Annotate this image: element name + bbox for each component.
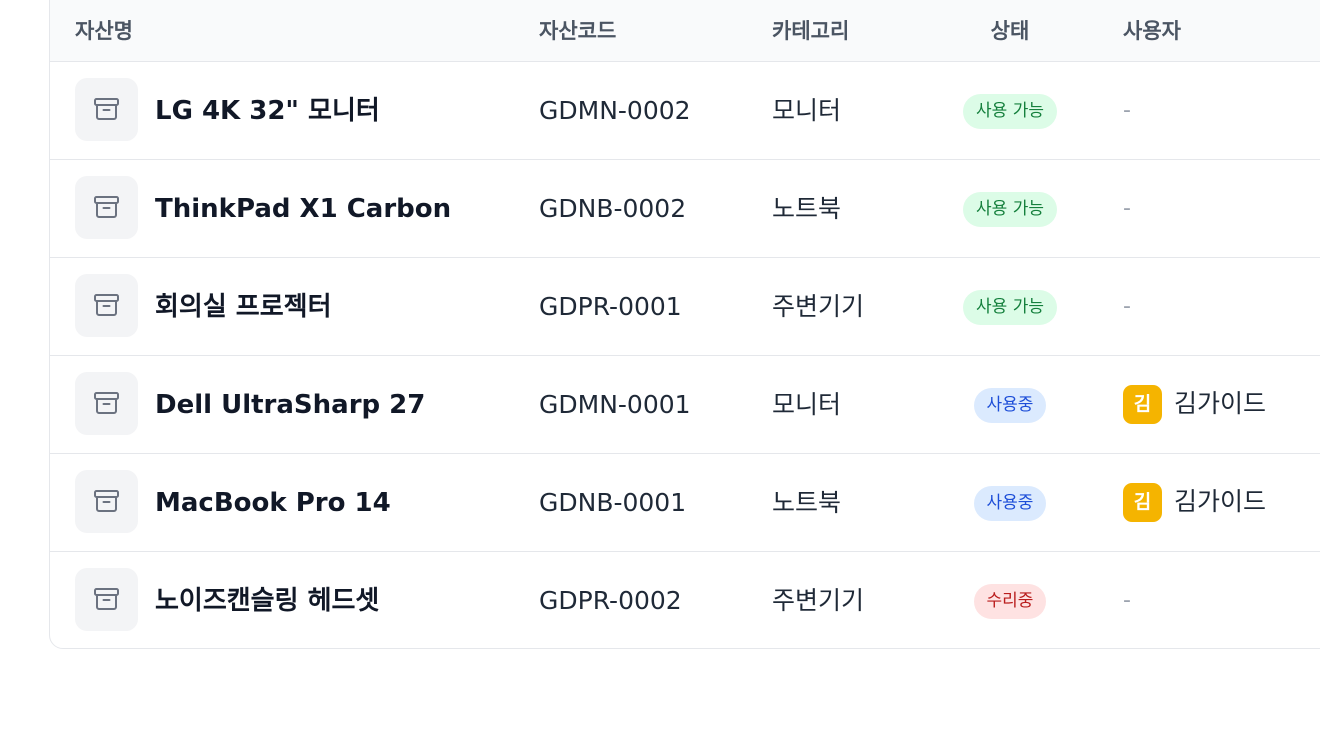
asset-category: 모니터 <box>772 390 842 419</box>
avatar: 김 <box>1123 483 1162 522</box>
table-row[interactable]: LG 4K 32" 모니터 GDMN-0002 모니터 사용 가능 - <box>50 62 1320 160</box>
archive-box-icon <box>75 78 138 141</box>
status-badge: 사용중 <box>973 486 1047 521</box>
status-cell: 수리중 <box>930 584 1090 619</box>
asset-code: GDMN-0002 <box>539 96 691 125</box>
asset-name[interactable]: LG 4K 32" 모니터 <box>155 95 380 127</box>
asset-name[interactable]: MacBook Pro 14 <box>155 487 391 519</box>
asset-code: GDPR-0002 <box>539 586 682 615</box>
archive-box-icon <box>75 470 138 533</box>
table-row[interactable]: 회의실 프로젝터 GDPR-0001 주변기기 사용 가능 - <box>50 258 1320 356</box>
status-badge: 사용 가능 <box>963 94 1057 129</box>
asset-table: 자산명 자산코드 카테고리 상태 사용자 LG 4K 32" 모니터 GDMN-0… <box>49 0 1320 649</box>
table-row[interactable]: 노이즈캔슬링 헤드셋 GDPR-0002 주변기기 수리중 - <box>50 552 1320 648</box>
archive-box-icon <box>75 372 138 435</box>
column-header-status[interactable]: 상태 <box>930 17 1090 45</box>
asset-name[interactable]: ThinkPad X1 Carbon <box>155 193 451 225</box>
asset-category: 주변기기 <box>772 292 865 321</box>
asset-name[interactable]: Dell UltraSharp 27 <box>155 389 425 421</box>
archive-box-icon <box>75 176 138 239</box>
asset-code: GDNB-0001 <box>539 488 687 517</box>
no-user-placeholder: - <box>1123 294 1131 319</box>
asset-code: GDMN-0001 <box>539 390 691 419</box>
status-badge: 사용중 <box>973 388 1047 423</box>
user-name: 김가이드 <box>1174 389 1267 418</box>
column-header-code[interactable]: 자산코드 <box>539 17 616 45</box>
asset-category: 모니터 <box>772 96 842 125</box>
status-cell: 사용 가능 <box>930 94 1090 129</box>
table-row[interactable]: MacBook Pro 14 GDNB-0001 노트북 사용중 김 김가이드 <box>50 454 1320 552</box>
status-cell: 사용중 <box>930 486 1090 521</box>
status-cell: 사용 가능 <box>930 290 1090 325</box>
asset-name[interactable]: 회의실 프로젝터 <box>155 291 332 323</box>
asset-category: 노트북 <box>772 488 842 517</box>
asset-category: 주변기기 <box>772 586 865 615</box>
column-header-name[interactable]: 자산명 <box>75 17 133 45</box>
column-header-category[interactable]: 카테고리 <box>772 17 849 45</box>
user-name: 김가이드 <box>1174 487 1267 516</box>
archive-box-icon <box>75 274 138 337</box>
no-user-placeholder: - <box>1123 196 1131 221</box>
no-user-placeholder: - <box>1123 588 1131 613</box>
status-badge: 수리중 <box>973 584 1047 619</box>
asset-category: 노트북 <box>772 194 842 223</box>
no-user-placeholder: - <box>1123 98 1131 123</box>
status-cell: 사용중 <box>930 388 1090 423</box>
status-cell: 사용 가능 <box>930 192 1090 227</box>
asset-name[interactable]: 노이즈캔슬링 헤드셋 <box>155 585 379 617</box>
status-badge: 사용 가능 <box>963 290 1057 325</box>
avatar: 김 <box>1123 385 1162 424</box>
asset-code: GDNB-0002 <box>539 194 687 223</box>
asset-code: GDPR-0001 <box>539 292 682 321</box>
table-row[interactable]: ThinkPad X1 Carbon GDNB-0002 노트북 사용 가능 - <box>50 160 1320 258</box>
table-row[interactable]: Dell UltraSharp 27 GDMN-0001 모니터 사용중 김 김가이드 <box>50 356 1320 454</box>
column-header-user[interactable]: 사용자 <box>1123 17 1181 45</box>
archive-box-icon <box>75 568 138 631</box>
status-badge: 사용 가능 <box>963 192 1057 227</box>
table-header: 자산명 자산코드 카테고리 상태 사용자 <box>50 0 1320 62</box>
